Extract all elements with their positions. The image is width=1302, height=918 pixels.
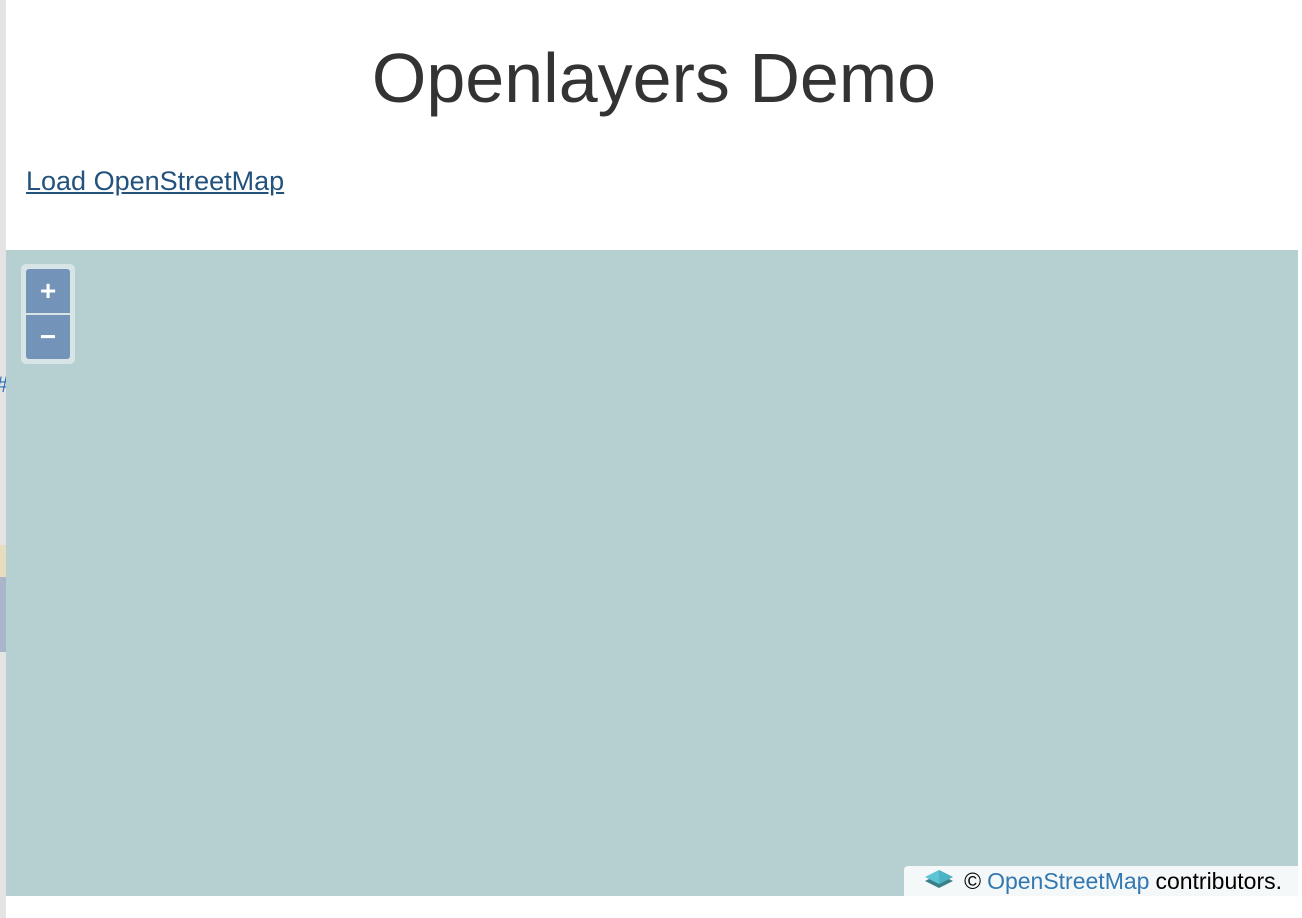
page-title: Openlayers Demo: [371, 39, 937, 117]
openstreetmap-attribution-link[interactable]: OpenStreetMap: [987, 868, 1149, 895]
load-openstreetmap-link[interactable]: Load OpenStreetMap: [26, 166, 284, 197]
map-viewport[interactable]: + − © OpenStreetMap contributors.: [6, 250, 1298, 896]
zoom-control: + −: [21, 264, 75, 364]
attribution-suffix: contributors.: [1155, 867, 1282, 894]
zoom-in-button[interactable]: +: [26, 269, 70, 313]
layers-logo-icon[interactable]: [922, 866, 956, 896]
zoom-out-button[interactable]: −: [26, 315, 70, 359]
copyright-symbol: ©: [964, 867, 982, 894]
page: # Openlayers Demo Load OpenStreetMap + −…: [0, 0, 1302, 918]
map-attribution: © OpenStreetMap contributors.: [904, 866, 1298, 896]
